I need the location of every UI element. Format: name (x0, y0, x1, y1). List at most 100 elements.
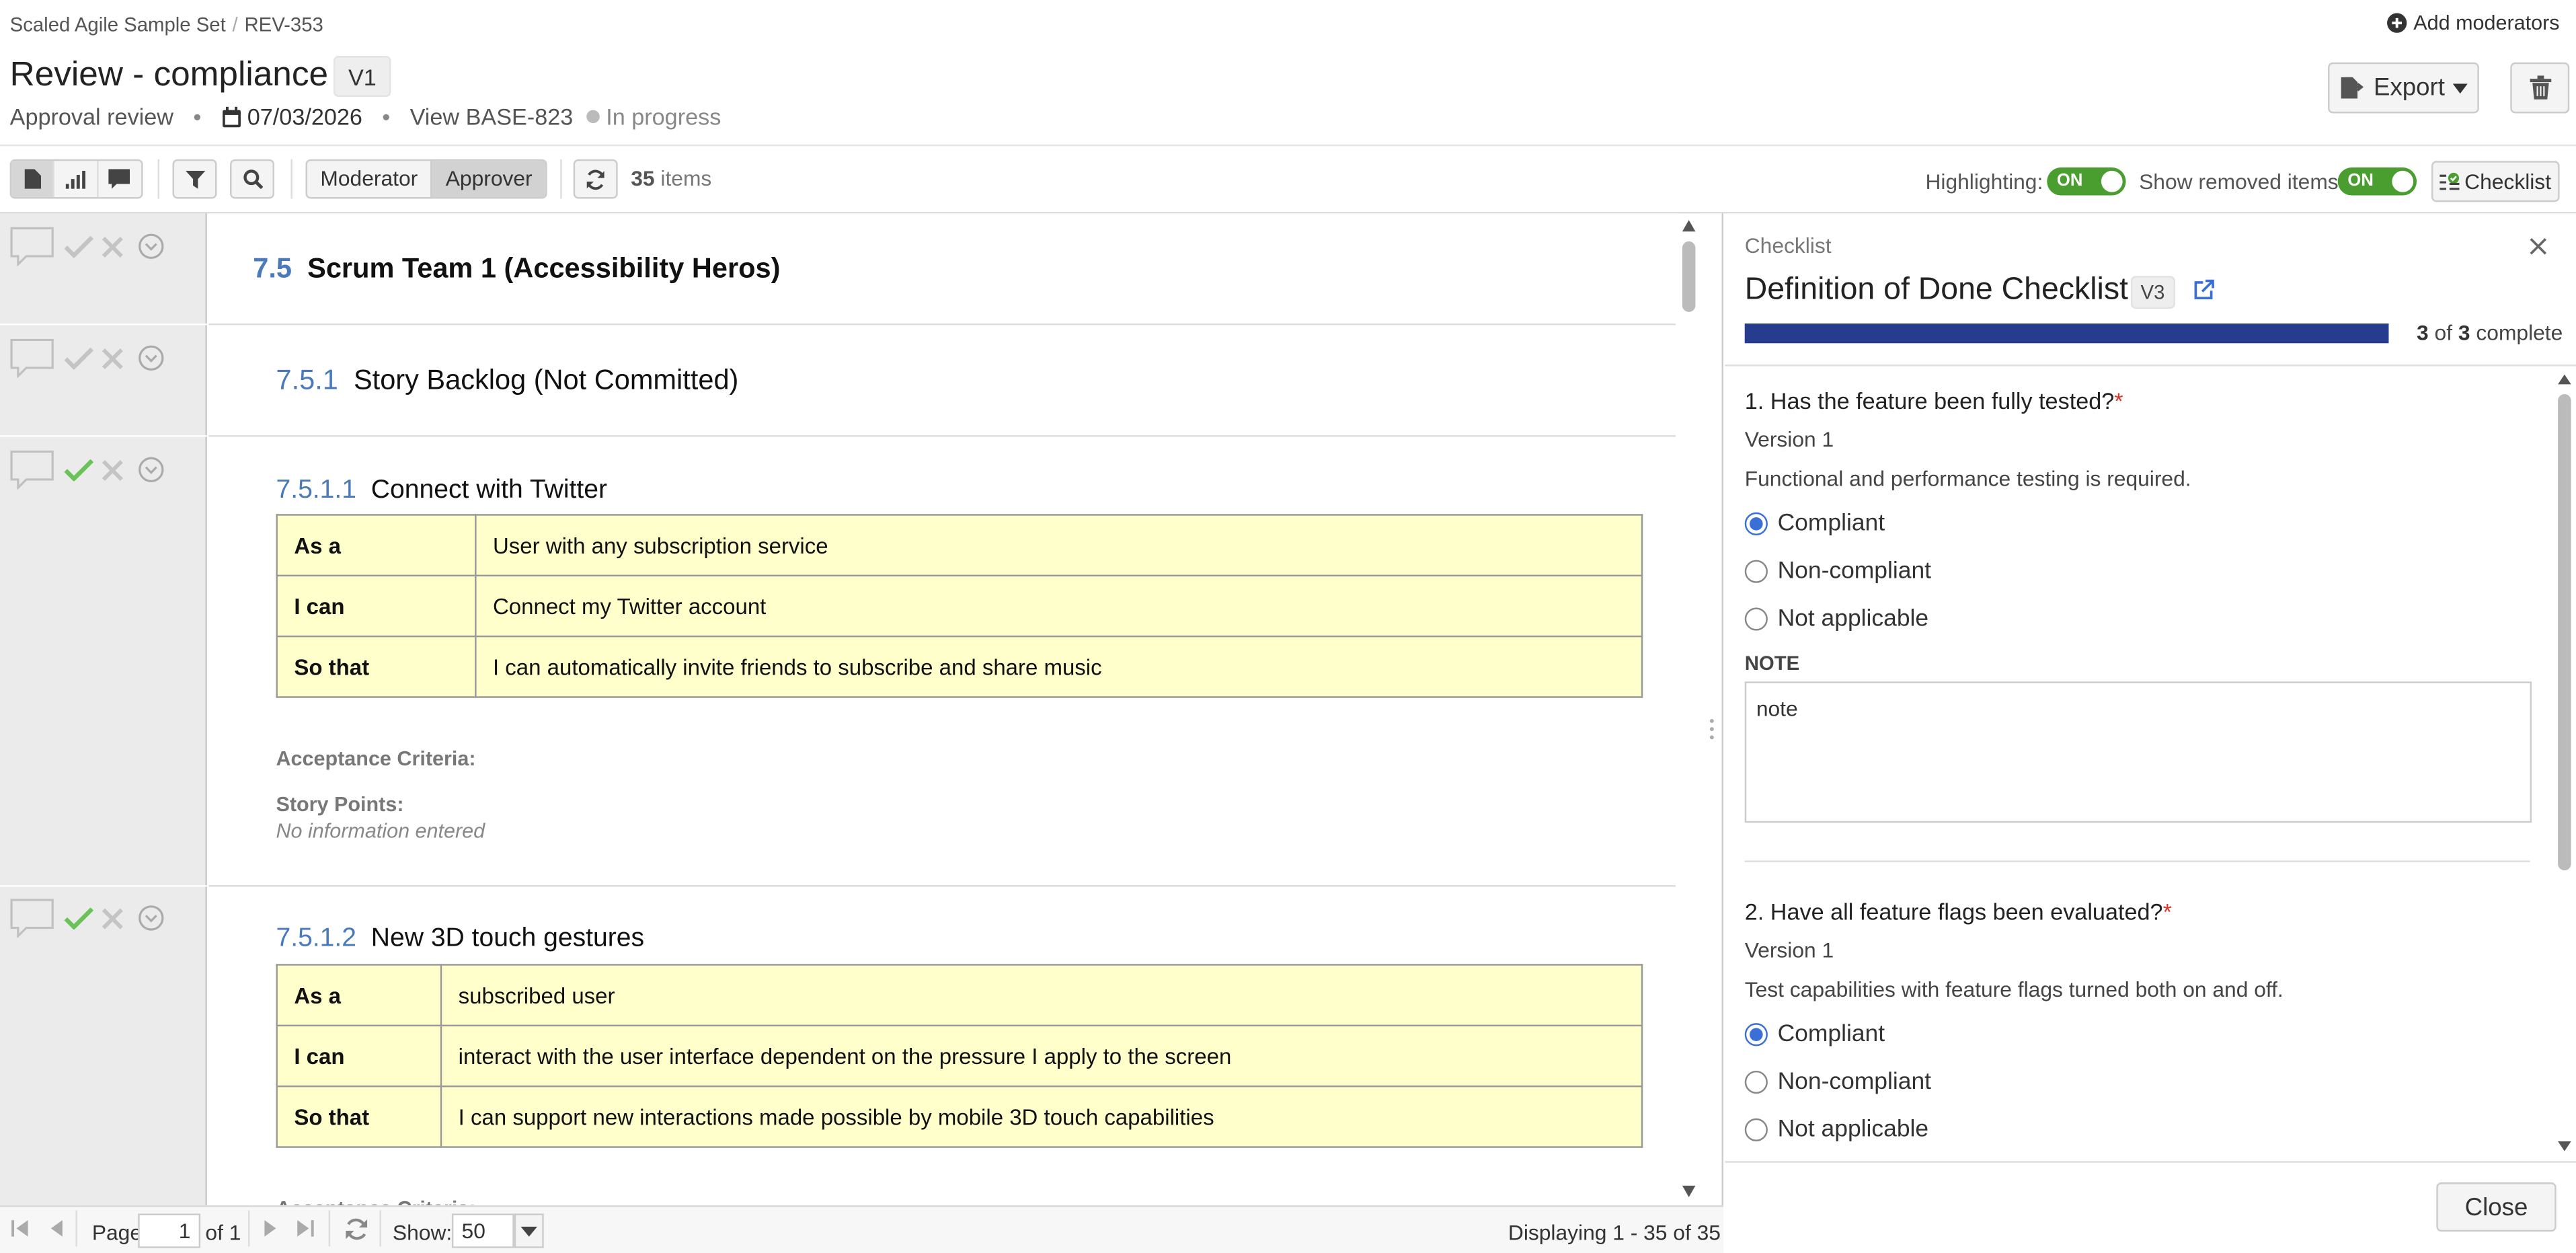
radio-compliant[interactable]: Compliant (1744, 510, 1885, 537)
highlighting-toggle[interactable]: ON (2047, 167, 2126, 196)
note-textarea[interactable]: note (1744, 681, 2532, 823)
question-2: 2. Have all feature flags been evaluated… (1745, 899, 2172, 925)
table-value: I can support new interactions made poss… (440, 1085, 1643, 1148)
add-moderators-label: Add moderators (2413, 11, 2560, 35)
section-7-5-1-2[interactable]: 7.5.1.2 New 3D touch gestures As a subscr… (208, 887, 1676, 1205)
comment-icon[interactable] (10, 899, 56, 938)
acceptance-criteria-label: Acceptance Criteria: (276, 747, 476, 771)
radio-not-applicable[interactable]: Not applicable (1744, 605, 1929, 633)
comment-icon[interactable] (10, 450, 56, 490)
more-options-icon[interactable] (138, 345, 164, 371)
radio-compliant[interactable]: Compliant (1744, 1021, 1885, 1048)
displaying-count: Displaying 1 - 35 of 35 (1508, 1220, 1721, 1245)
section-7-5-1-1[interactable]: 7.5.1.1 Connect with Twitter As a User wi… (208, 436, 1676, 887)
comment-icon[interactable] (10, 338, 56, 378)
panel-resize-handle[interactable] (1700, 213, 1723, 1253)
content-scrollbar[interactable] (1680, 213, 1696, 1205)
role-approver-tab[interactable]: Approver (430, 161, 546, 198)
highlighting-state: ON (2056, 170, 2083, 191)
required-marker: * (2114, 387, 2123, 414)
role-moderator-tab[interactable]: Moderator (307, 161, 431, 197)
reject-x-icon[interactable] (102, 907, 123, 929)
complete-word: complete (2476, 320, 2563, 345)
page-title: Review - compliance (9, 56, 329, 94)
item-count-suffix: items (660, 165, 712, 191)
radio-not-applicable[interactable]: Not applicable (1744, 1116, 1929, 1143)
radio-label: Not applicable (1777, 1116, 1929, 1143)
story-points-label: Story Points: (276, 793, 404, 817)
approved-check-icon[interactable] (64, 458, 94, 482)
meta-bullet: • (193, 103, 202, 130)
first-page-icon[interactable] (10, 1219, 30, 1238)
show-removed-label: Show removed items: (2139, 169, 2345, 194)
checklist-scrollbar[interactable] (2557, 373, 2573, 1161)
more-options-icon[interactable] (138, 905, 164, 931)
previous-page-icon[interactable] (48, 1219, 64, 1238)
status-text: In progress (606, 103, 721, 130)
checklist-icon (2440, 172, 2460, 191)
checklist-label: Checklist (2464, 169, 2552, 194)
story-points-value: No information entered (276, 819, 485, 843)
section-heading: 7.5 Scrum Team 1 (Accessibility Heros) (253, 253, 780, 286)
table-key: As a (276, 514, 477, 577)
pagination-bar: Page 1 of 1 Show: 50 Displaying 1 - 35 o… (0, 1205, 1723, 1253)
add-moderators-button[interactable]: Add moderators (2387, 11, 2560, 35)
view-link[interactable]: View BASE-823 (410, 104, 574, 130)
trash-icon (2529, 75, 2551, 100)
search-button[interactable] (230, 159, 275, 199)
show-removed-toggle[interactable]: ON (2337, 167, 2417, 196)
radio-non-compliant[interactable]: Non-compliant (1744, 1069, 1931, 1096)
last-page-icon[interactable] (296, 1219, 315, 1238)
stats-view-button[interactable] (54, 161, 98, 198)
more-options-icon[interactable] (138, 457, 164, 483)
section-number: 7.5 (253, 253, 292, 284)
approve-check-icon[interactable] (64, 346, 94, 370)
export-button[interactable]: Export (2328, 62, 2479, 114)
toggle-knob (2101, 170, 2123, 192)
reject-x-icon[interactable] (102, 235, 123, 257)
filter-button[interactable] (172, 159, 217, 199)
radio-label: Compliant (1777, 510, 1885, 537)
radio-icon (1744, 607, 1768, 631)
approved-check-icon[interactable] (64, 907, 94, 929)
page-number-input[interactable]: 1 (138, 1213, 201, 1248)
radio-selected-icon (1744, 512, 1768, 535)
more-options-icon[interactable] (138, 233, 164, 260)
table-key: So that (276, 1085, 442, 1148)
page-size-dropdown-button[interactable] (514, 1213, 544, 1248)
checklist-button[interactable]: Checklist (2431, 161, 2560, 202)
close-button[interactable]: Close (2436, 1182, 2557, 1232)
reject-x-icon[interactable] (102, 459, 123, 480)
breadcrumb-review-id: REV-353 (244, 13, 323, 36)
radio-icon (1744, 560, 1768, 583)
comment-icon[interactable] (10, 227, 56, 266)
filter-icon (174, 161, 215, 197)
search-icon (231, 161, 272, 197)
document-view-button[interactable] (11, 161, 55, 198)
next-page-icon[interactable] (263, 1219, 279, 1238)
toolbar-divider (290, 159, 292, 199)
radio-non-compliant[interactable]: Non-compliant (1744, 558, 1931, 584)
reload-icon[interactable] (344, 1217, 370, 1242)
story-table: As a User with any subscription service I… (276, 514, 1643, 698)
section-7-5[interactable]: 7.5 Scrum Team 1 (Accessibility Heros) (208, 213, 1676, 326)
delete-button[interactable] (2510, 62, 2570, 114)
close-panel-icon[interactable] (2528, 237, 2548, 256)
reject-x-icon[interactable] (102, 347, 123, 369)
section-heading: 7.5.1.1 Connect with Twitter (276, 476, 607, 506)
radio-label: Compliant (1777, 1021, 1885, 1048)
radio-label: Not applicable (1777, 605, 1929, 633)
refresh-button[interactable] (573, 159, 618, 199)
section-7-5-1[interactable]: 7.5.1 Story Backlog (Not Committed) (208, 325, 1676, 437)
export-label: Export (2374, 73, 2445, 102)
completed-count: 3 (2417, 320, 2429, 345)
comments-view-button[interactable] (98, 161, 141, 197)
meta-bullet: • (382, 103, 391, 130)
external-link-icon[interactable] (2193, 279, 2215, 301)
item-actions (10, 450, 165, 490)
checklist-panel: Checklist Definition of Done Checklist V… (1725, 213, 2576, 1253)
approve-check-icon[interactable] (64, 235, 94, 258)
page-size-select[interactable]: 50 (451, 1213, 514, 1248)
breadcrumb-project[interactable]: Scaled Agile Sample Set (10, 13, 226, 36)
plus-circle-icon (2387, 13, 2407, 33)
